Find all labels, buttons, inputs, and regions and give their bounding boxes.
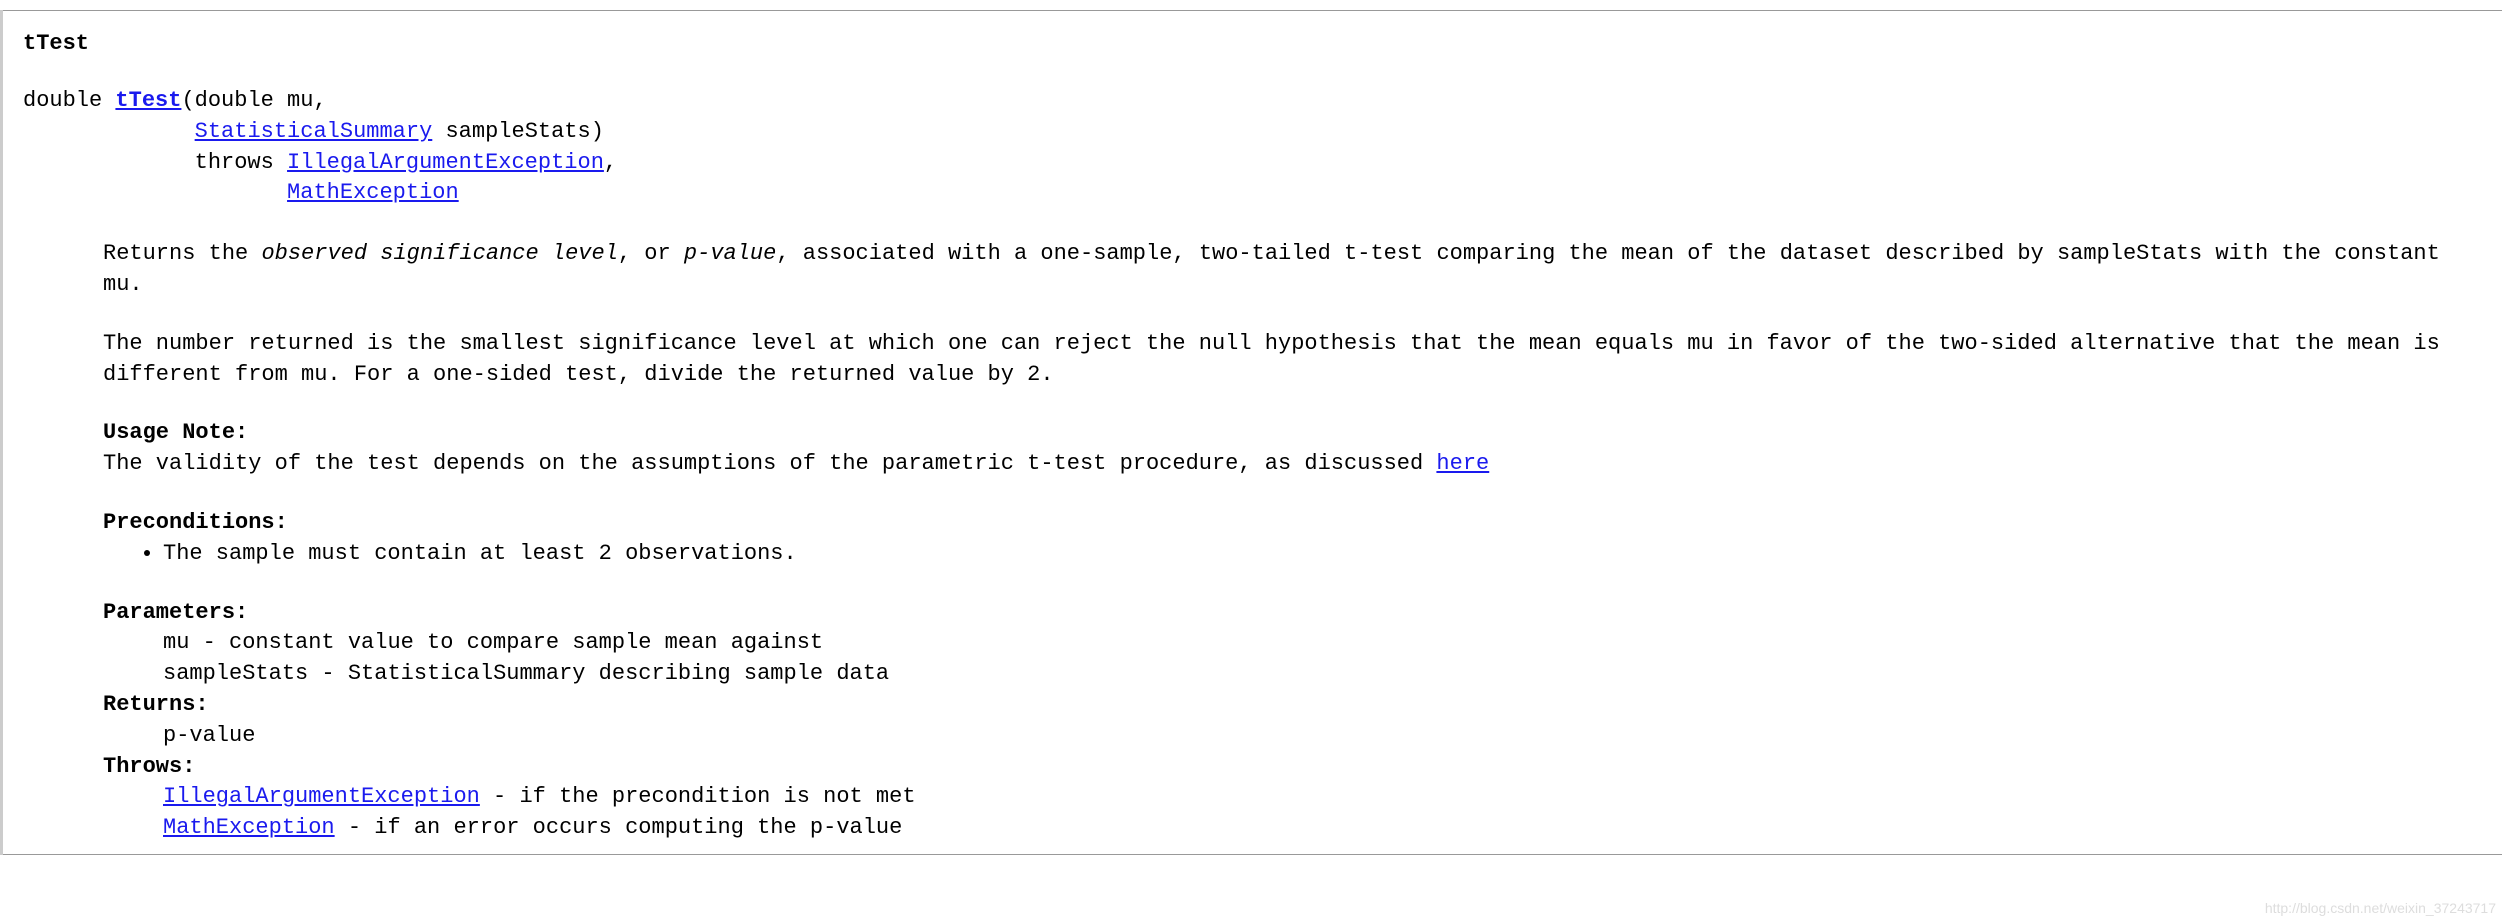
- throws-keyword: throws: [23, 150, 287, 175]
- throws-link-illegalargument[interactable]: IllegalArgumentException: [163, 784, 480, 809]
- usage-note-link-here[interactable]: here: [1436, 451, 1489, 476]
- indent: [23, 180, 287, 205]
- usage-note-label: Usage Note:: [103, 420, 248, 445]
- tags-block: Parameters: mu - constant value to compa…: [103, 598, 2482, 844]
- method-name-link[interactable]: tTest: [115, 88, 181, 113]
- comma: ,: [604, 150, 617, 175]
- method-signature: double tTest(double mu, StatisticalSumma…: [23, 86, 2482, 209]
- watermark-text: http://blog.csdn.net/weixin_37243717: [2265, 900, 2496, 916]
- description-paragraph-2: The number returned is the smallest sign…: [103, 329, 2482, 391]
- parameters-label: Parameters:: [103, 598, 2482, 629]
- javadoc-frame: tTest double tTest(double mu, Statistica…: [0, 10, 2502, 855]
- preconditions-list: The sample must contain at least 2 obser…: [103, 539, 2482, 570]
- param-desc: - constant value to compare sample mean …: [189, 630, 823, 655]
- returns-value: p-value: [163, 721, 2482, 752]
- sig-param2: sampleStats): [432, 119, 604, 144]
- throws-desc: - if an error occurs computing the p-val…: [335, 815, 903, 840]
- exception-link-illegalargument[interactable]: IllegalArgumentException: [287, 150, 604, 175]
- return-type: double: [23, 88, 115, 113]
- em-p-value: p-value: [684, 241, 776, 266]
- throws-desc: - if the precondition is not met: [480, 784, 916, 809]
- param-row: sampleStats - StatisticalSummary describ…: [163, 659, 2482, 690]
- throws-link-math[interactable]: MathException: [163, 815, 335, 840]
- throws-label: Throws:: [103, 752, 2482, 783]
- param-desc: - StatisticalSummary describing sample d…: [308, 661, 889, 686]
- list-item: The sample must contain at least 2 obser…: [163, 539, 2482, 570]
- param-row: mu - constant value to compare sample me…: [163, 628, 2482, 659]
- returns-label: Returns:: [103, 690, 2482, 721]
- method-description: Returns the observed significance level,…: [103, 239, 2482, 844]
- indent: [23, 119, 195, 144]
- param-type-link-statisticalsummary[interactable]: StatisticalSummary: [195, 119, 433, 144]
- exception-link-math[interactable]: MathException: [287, 180, 459, 205]
- sig-param1: (double mu,: [181, 88, 326, 113]
- em-observed-significance: observed significance level: [261, 241, 617, 266]
- usage-note: Usage Note: The validity of the test depe…: [103, 418, 2482, 480]
- description-paragraph-1: Returns the observed significance level,…: [103, 239, 2482, 301]
- usage-note-text: The validity of the test depends on the …: [103, 451, 1436, 476]
- throws-row: IllegalArgumentException - if the precon…: [163, 782, 2482, 813]
- preconditions-label: Preconditions:: [103, 508, 2482, 539]
- param-name: sampleStats: [163, 661, 308, 686]
- throws-row: MathException - if an error occurs compu…: [163, 813, 2482, 844]
- method-detail: tTest double tTest(double mu, Statistica…: [3, 10, 2502, 855]
- method-name-heading: tTest: [23, 31, 2482, 56]
- param-name: mu: [163, 630, 189, 655]
